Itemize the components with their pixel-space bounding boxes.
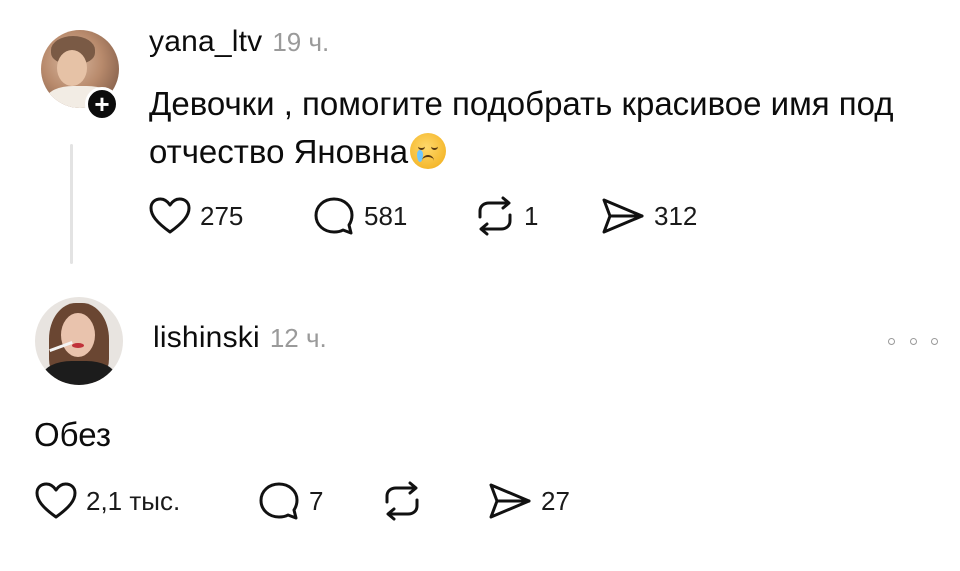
post-header: lishinski 12 ч. (153, 321, 327, 355)
like-button[interactable]: 2,1 тыс. (34, 481, 257, 521)
repost-count: 1 (524, 200, 539, 231)
avatar-lips (72, 343, 84, 348)
post-header: yana_ltv 19 ч. (149, 25, 329, 59)
post-text-content: Девочки , помогите подобрать красивое им… (149, 85, 894, 170)
username[interactable]: lishinski (153, 321, 260, 354)
more-dots-icon[interactable] (888, 333, 938, 349)
repost-icon (385, 481, 419, 521)
repost-button[interactable] (381, 480, 487, 522)
comment-count: 7 (309, 485, 324, 516)
comment-button[interactable]: 7 (257, 480, 381, 522)
repost-icon (478, 196, 512, 236)
comment-bubble-icon (259, 482, 299, 520)
comment-bubble-icon (314, 197, 354, 235)
heart-icon (149, 197, 191, 234)
thread-line (70, 144, 73, 264)
post-actions: 275 581 1 312 (148, 195, 697, 237)
comment-button[interactable]: 581 (312, 195, 474, 237)
send-icon (489, 483, 531, 519)
comment-count: 581 (364, 200, 408, 231)
avatar-face (61, 313, 95, 357)
share-button[interactable]: 27 (487, 481, 570, 521)
avatar-face (57, 50, 87, 86)
share-count: 27 (541, 485, 570, 516)
post-actions: 2,1 тыс. 7 27 (34, 480, 570, 522)
heart-icon (35, 482, 77, 519)
post-time: 19 ч. (272, 27, 330, 57)
dot (931, 337, 938, 345)
share-button[interactable]: 312 (600, 196, 697, 236)
post-text: Девочки , помогите подобрать красивое им… (149, 80, 949, 176)
follow-plus-icon[interactable]: + (85, 87, 119, 121)
avatar-body (43, 361, 115, 385)
share-count: 312 (654, 200, 698, 231)
dot (909, 337, 917, 345)
username[interactable]: yana_ltv (149, 25, 262, 58)
post-text: Обез (34, 416, 111, 453)
crying-face-emoji-icon (410, 133, 447, 169)
repost-button[interactable]: 1 (474, 195, 600, 237)
like-button[interactable]: 275 (148, 196, 312, 236)
like-count: 275 (200, 200, 244, 231)
post-time: 12 ч. (269, 323, 327, 353)
dot (888, 337, 895, 345)
like-count: 2,1 тыс. (86, 485, 181, 516)
send-icon (602, 198, 644, 234)
avatar-lishinski[interactable] (35, 297, 123, 385)
